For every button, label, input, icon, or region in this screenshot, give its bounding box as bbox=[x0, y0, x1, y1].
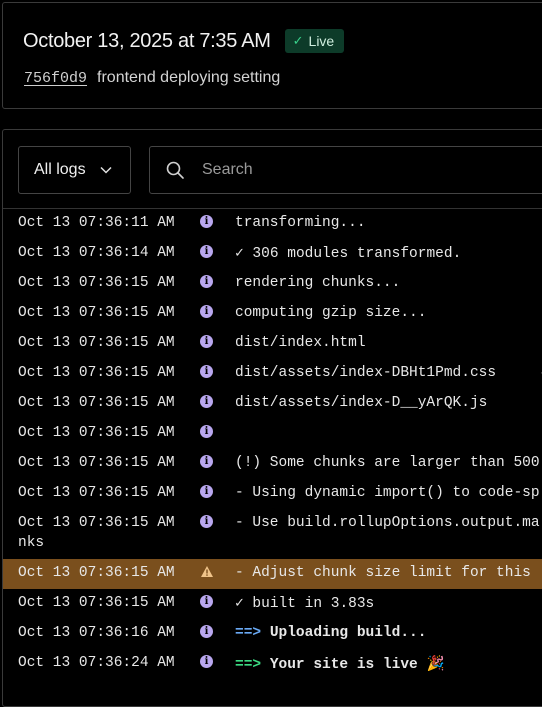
log-list: Oct 13 07:36:11 AM i transforming... Oct 13… bbox=[3, 209, 542, 679]
log-timestamp: Oct 13 07:36:15 AM bbox=[18, 485, 175, 501]
log-timestamp: Oct 13 07:36:15 AM bbox=[18, 565, 175, 581]
log-message: ==> Uploading build... bbox=[235, 625, 426, 641]
log-timestamp: Oct 13 07:36:15 AM bbox=[18, 455, 175, 471]
info-icon: i bbox=[200, 215, 214, 229]
log-message: ✓ 306 modules transformed. bbox=[235, 245, 461, 262]
log-row-warning: Oct 13 07:36:15 AM - Adjust chunk size li… bbox=[3, 559, 542, 589]
log-message: dist/assets/index-D__yArQK.js bbox=[235, 395, 487, 411]
log-row: Oct 13 07:36:15 AM i computing gzip size..… bbox=[3, 299, 542, 329]
log-row: Oct 13 07:36:15 AM i (!) Some chunks are l… bbox=[3, 449, 542, 479]
commit-info: 756f0d9 frontend deploying setting bbox=[24, 69, 280, 87]
log-row: Oct 13 07:36:15 AM i - Using dynamic impor… bbox=[3, 479, 542, 509]
log-row: Oct 13 07:36:15 AM i dist/assets/index-D__… bbox=[3, 389, 542, 419]
log-arrow: ==> bbox=[235, 625, 262, 641]
log-message-wrap: nks bbox=[18, 535, 45, 551]
chevron-down-icon bbox=[100, 166, 112, 174]
deploy-title: October 13, 2025 at 7:35 AM bbox=[23, 29, 271, 52]
log-message-text: (!) Some chunks are larger than 500 bbox=[235, 455, 540, 471]
deploy-header: October 13, 2025 at 7:35 AM ✓ Live bbox=[23, 29, 345, 53]
log-row: Oct 13 07:36:14 AM i ✓ 306 modules transfo… bbox=[3, 239, 542, 269]
log-timestamp: Oct 13 07:36:15 AM bbox=[18, 305, 175, 321]
log-message: (!) Some chunks are larger than 500 bbox=[235, 455, 540, 471]
log-message-text: dist/assets/index-DBHt1Pmd.css bbox=[235, 365, 497, 381]
log-timestamp: Oct 13 07:36:16 AM bbox=[18, 625, 175, 641]
log-message-text: rendering chunks... bbox=[235, 275, 401, 291]
info-icon: i bbox=[200, 245, 214, 259]
log-timestamp: Oct 13 07:36:15 AM bbox=[18, 335, 175, 351]
info-icon: i bbox=[200, 275, 214, 289]
log-row: Oct 13 07:36:15 AMidist/index.html( bbox=[3, 329, 542, 359]
search-input[interactable] bbox=[200, 160, 504, 180]
log-timestamp: Oct 13 07:36:15 AM bbox=[18, 275, 175, 291]
search-box[interactable] bbox=[149, 146, 542, 194]
log-filter-label: All logs bbox=[34, 161, 86, 178]
log-message-text: transforming... bbox=[235, 215, 366, 231]
log-message: transforming... bbox=[235, 215, 366, 231]
deploy-card: October 13, 2025 at 7:35 AM ✓ Live 756f0… bbox=[2, 2, 542, 109]
info-icon: i bbox=[200, 395, 214, 409]
log-timestamp: Oct 13 07:36:15 AM bbox=[18, 365, 175, 381]
info-icon: i bbox=[200, 335, 214, 349]
log-message: - Use build.rollupOptions.output.ma nks bbox=[18, 515, 540, 551]
log-timestamp: Oct 13 07:36:15 AM bbox=[18, 425, 175, 441]
info-icon: i bbox=[200, 515, 214, 529]
log-message-text: computing gzip size... bbox=[235, 305, 427, 321]
log-filter-dropdown[interactable]: All logs bbox=[18, 146, 131, 194]
log-row: Oct 13 07:36:15 AM i rendering chunks... bbox=[3, 269, 542, 299]
log-message-text: Uploading build... bbox=[269, 625, 427, 641]
info-icon: i bbox=[200, 305, 214, 319]
status-badge-label: Live bbox=[308, 33, 335, 49]
log-message: ==> Your site is live 🎉 bbox=[235, 655, 445, 673]
log-row: Oct 13 07:36:24 AM i ==> Your site is live… bbox=[3, 649, 542, 679]
search-icon bbox=[166, 161, 184, 179]
log-message-text: - Use build.rollupOptions.output.ma bbox=[235, 515, 540, 531]
info-icon: i bbox=[200, 455, 214, 469]
logs-panel: All logs Oct 13 07:36:11 AM i transforming… bbox=[2, 129, 542, 707]
log-arrow: ==> bbox=[235, 657, 262, 673]
log-message: rendering chunks... bbox=[235, 275, 400, 291]
log-row: Oct 13 07:36:15 AM i - Use build.rollupOpt… bbox=[3, 509, 542, 559]
log-row: Oct 13 07:36:15 AM i dist/assets/index-DBH… bbox=[3, 359, 542, 389]
checkmark-icon: ✓ bbox=[292, 33, 304, 48]
log-timestamp: Oct 13 07:36:15 AM bbox=[18, 515, 175, 531]
info-icon: i bbox=[200, 425, 214, 439]
log-message: computing gzip size... bbox=[235, 305, 426, 321]
log-timestamp: Oct 13 07:36:11 AM bbox=[18, 215, 175, 231]
log-timestamp: Oct 13 07:36:15 AM bbox=[18, 595, 175, 611]
info-icon: i bbox=[200, 485, 214, 499]
log-message: - Using dynamic import() to code-sp bbox=[235, 485, 540, 501]
log-message-text: dist/assets/index-D__yArQK.js bbox=[235, 395, 488, 411]
commit-hash-link[interactable]: 756f0d9 bbox=[24, 70, 87, 87]
status-badge: ✓ Live bbox=[284, 29, 345, 53]
log-timestamp: Oct 13 07:36:14 AM bbox=[18, 245, 175, 261]
info-icon: i bbox=[200, 625, 214, 639]
log-row: Oct 13 07:36:16 AM i ==> Uploading build..… bbox=[3, 619, 542, 649]
log-message-text: ✓ 306 modules transformed. bbox=[235, 246, 462, 262]
warning-icon bbox=[200, 565, 214, 579]
log-message: dist/index.html bbox=[235, 335, 366, 351]
info-icon: i bbox=[200, 595, 214, 609]
log-message: - Adjust chunk size limit for this bbox=[235, 565, 531, 581]
log-message: ✓ built in 3.83s bbox=[235, 595, 374, 612]
log-message-text: ✓ built in 3.83s bbox=[235, 596, 375, 612]
log-row: Oct 13 07:36:15 AM i ✓ built in 3.83s bbox=[3, 589, 542, 619]
commit-message: frontend deploying setting bbox=[97, 69, 281, 86]
log-row: Oct 13 07:36:15 AM i bbox=[3, 419, 542, 449]
log-message-text: dist/index.html bbox=[235, 335, 366, 351]
log-timestamp: Oct 13 07:36:15 AM bbox=[18, 395, 175, 411]
info-icon: i bbox=[200, 365, 214, 379]
log-message-text: Your site is live 🎉 bbox=[269, 657, 445, 673]
log-row: Oct 13 07:36:11 AM i transforming... bbox=[3, 209, 542, 239]
log-message-text: - Adjust chunk size limit for this bbox=[235, 565, 531, 581]
log-timestamp: Oct 13 07:36:24 AM bbox=[18, 655, 175, 671]
info-icon: i bbox=[200, 655, 214, 669]
log-message-text: - Using dynamic import() to code-sp bbox=[235, 485, 540, 501]
log-message: dist/assets/index-DBHt1Pmd.css bbox=[235, 365, 496, 381]
